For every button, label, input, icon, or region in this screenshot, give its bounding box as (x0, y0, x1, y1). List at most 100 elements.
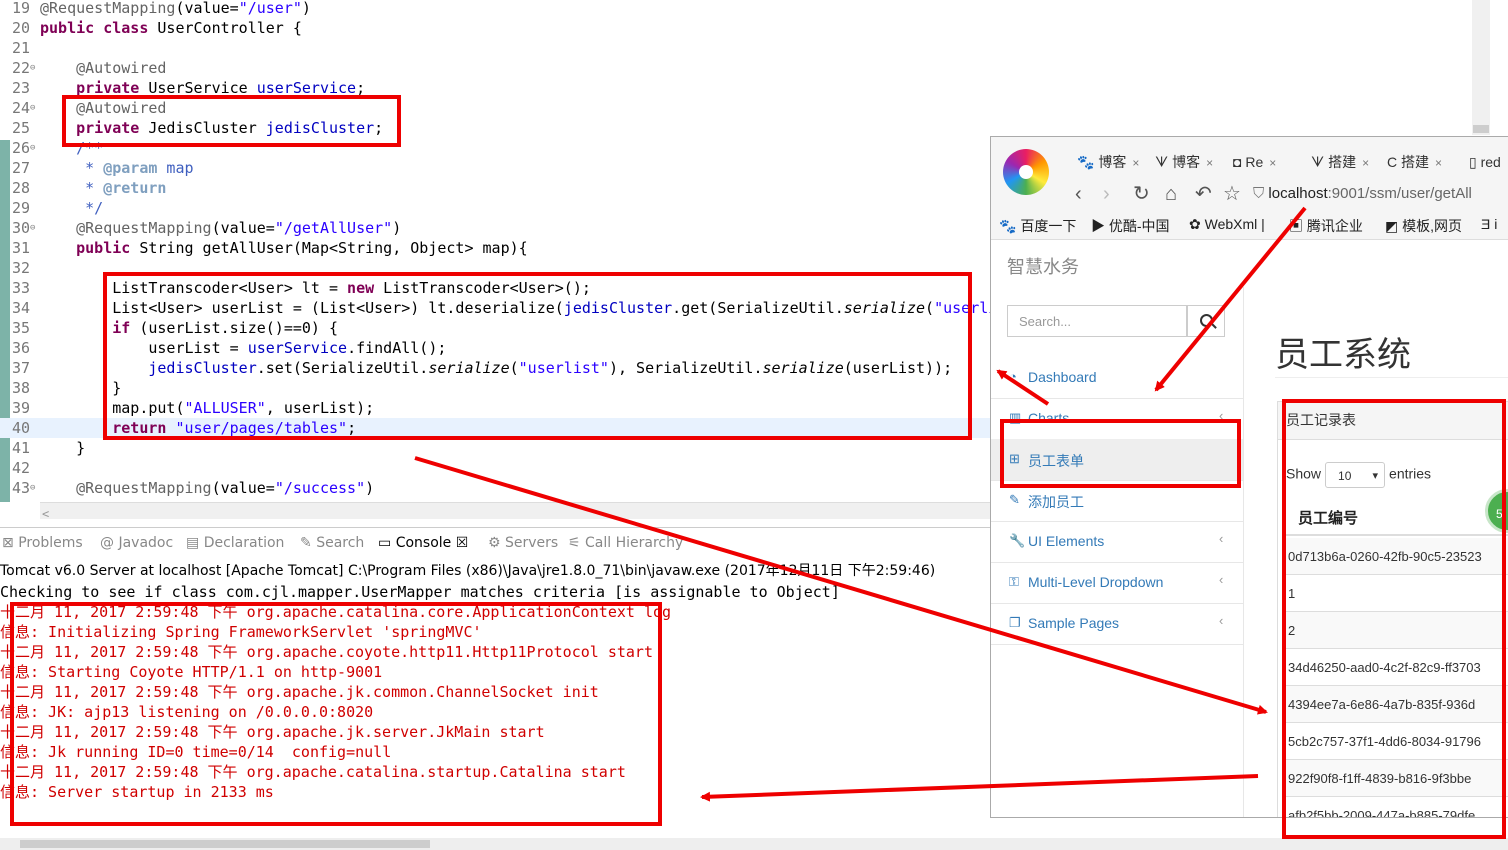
star-icon[interactable]: ☆ (1223, 181, 1241, 207)
undo-icon[interactable]: ↶ (1195, 181, 1212, 207)
sidebar-item[interactable]: 🔧 UI Elements ‹ (991, 521, 1243, 563)
table-row[interactable]: 2 (1286, 612, 1508, 649)
code-text: */ (40, 198, 103, 218)
browser-tab[interactable]: ᗐ 博客 × (1155, 151, 1213, 173)
reload-icon[interactable]: ↻ (1133, 181, 1150, 207)
editor-vertical-scrollbar[interactable] (1472, 0, 1490, 135)
app-brand[interactable]: 智慧水务 (1007, 253, 1079, 279)
console-line: 信息: Jk running ID=0 time=0/14 config=nul… (0, 743, 392, 761)
sidebar-item[interactable]: ◔ Dashboard (991, 357, 1243, 399)
home-icon[interactable]: ⌂ (1165, 181, 1177, 207)
code-text: List<User> userList = (List<User>) lt.de… (40, 298, 997, 318)
fold-toggle-icon[interactable]: ⊖ (30, 98, 40, 118)
scroll-thumb[interactable] (20, 840, 430, 848)
code-token: serialize (843, 299, 926, 317)
shield-icon: ⛉ (1253, 185, 1269, 202)
scroll-thumb[interactable] (1473, 125, 1489, 133)
code-token: serialize (762, 359, 844, 377)
column-header-employee-id[interactable]: 员工编号 (1286, 500, 1508, 536)
sidebar-search-input[interactable]: Search... (1007, 305, 1187, 337)
console-line: 十二月 11, 2017 2:59:48 下午 org.apache.catal… (0, 763, 626, 781)
bookmark-item[interactable]: 🐾 百度一下 (999, 216, 1076, 236)
code-line[interactable]: 21 (0, 38, 1470, 58)
table-row[interactable]: 4394ee7a-6e86-4a7b-835f-936d (1286, 686, 1508, 723)
browser-tab[interactable]: C 搭建 × (1387, 151, 1442, 173)
browser-tab[interactable]: ◘ Re × (1233, 151, 1276, 173)
sidebar-item[interactable]: ✎ 添加员工 (991, 480, 1243, 522)
bookmark-item[interactable]: Ǝ i (1481, 216, 1497, 232)
close-icon[interactable]: × (1362, 156, 1369, 170)
tab-call-hierarchy[interactable]: ⚟ Call Hierarchy (568, 535, 683, 551)
sidebar-item[interactable]: ❐ Sample Pages ‹ (991, 603, 1243, 645)
tab-declaration[interactable]: ▤ Declaration (186, 535, 284, 551)
address-bar[interactable]: ⛉ localhost:9001/ssm/user/getAll (1253, 181, 1508, 207)
search-button[interactable] (1187, 305, 1225, 337)
code-text: * @return (40, 178, 166, 198)
code-line[interactable]: 20 public class UserController { (0, 18, 1470, 38)
code-line[interactable]: 23 private UserService userService; (0, 78, 1470, 98)
bookmark-item[interactable]: ▶ 优酷-中国 (1091, 216, 1170, 236)
line-number: 42 (11, 459, 30, 477)
bookmark-item[interactable]: ▣ 腾讯企业 (1289, 216, 1363, 236)
views-tab-bar: ⊠ Problems @ Javadoc ▤ Declaration ✎ Search… (0, 527, 992, 560)
code-token: .findAll(); (347, 339, 447, 357)
line-number: 41 (11, 439, 30, 457)
fold-toggle-icon[interactable]: ⊖ (30, 58, 40, 78)
code-line[interactable]: 25 private JedisCluster jedisCluster; (0, 118, 1470, 138)
console-icon: ▭ (378, 535, 396, 551)
table-row[interactable]: 1 (1286, 575, 1508, 612)
close-icon[interactable]: × (1269, 156, 1276, 170)
code-token: serialize (428, 359, 510, 377)
tab-javadoc[interactable]: @ Javadoc (100, 535, 173, 551)
browser-tab-label: 博客 (1098, 154, 1127, 170)
table-row[interactable]: afb2f5bb-2009-447a-b885-79dfe (1286, 797, 1508, 817)
browser-tab[interactable]: ▯ red (1469, 151, 1501, 173)
table-row[interactable]: 0d713b6a-0260-42fb-90c5-23523 (1286, 538, 1508, 575)
close-icon[interactable]: × (1435, 156, 1442, 170)
page-size-select[interactable]: 10 (1325, 462, 1386, 489)
code-token: List<User> userList = (List<User>) lt.de… (40, 299, 564, 317)
code-token: public class (40, 19, 149, 37)
table-row[interactable]: 34d46250-aad0-4c2f-82c9-ff3703 (1286, 649, 1508, 686)
sidebar-item[interactable]: ⊞ 员工表单 (991, 439, 1243, 481)
close-icon[interactable]: × (1132, 156, 1139, 170)
bookmark-item[interactable]: ◩ 模板,网页 (1385, 216, 1462, 236)
code-text: @RequestMapping(value="/user") (40, 0, 311, 18)
code-token: ( (509, 359, 519, 377)
bookmark-item[interactable]: ✿ WebXml | (1189, 216, 1265, 233)
code-line[interactable]: 24⊖ @Autowired (0, 98, 1470, 118)
console-output[interactable]: Checking to see if class com.cjl.mapper.… (0, 582, 992, 842)
code-line[interactable]: 19 @RequestMapping(value="/user") (0, 0, 1470, 18)
code-line[interactable]: 22⊖ @Autowired (0, 58, 1470, 78)
sidebar-item[interactable]: ⚿ Multi-Level Dropdown ‹ (991, 562, 1243, 604)
wrench-icon: 🔧 (1009, 533, 1026, 548)
tab-servers[interactable]: ⚙ Servers (488, 535, 558, 551)
close-icon[interactable]: ☒ (451, 535, 469, 551)
table-row[interactable]: 5cb2c757-37f1-4dd6-8034-91796 (1286, 723, 1508, 760)
code-token: @param (103, 159, 158, 177)
fold-toggle-icon[interactable]: ⊖ (30, 218, 40, 238)
address-host: localhost (1268, 185, 1328, 202)
close-icon[interactable]: × (1206, 156, 1213, 170)
code-token: UserService (139, 79, 257, 97)
editor-horizontal-scrollbar[interactable]: < (40, 502, 990, 521)
code-token: * (40, 179, 104, 197)
browser-tab[interactable]: 🐾 博客 × (1077, 151, 1139, 173)
scroll-left-arrow[interactable]: < (40, 507, 49, 521)
forward-icon[interactable]: › (1103, 181, 1110, 207)
tab-console[interactable]: ▭ Console ☒ (378, 535, 468, 551)
code-token: } (40, 439, 86, 457)
tab-problems[interactable]: ⊠ Problems (2, 535, 83, 551)
back-icon[interactable]: ‹ (1075, 181, 1082, 207)
blog-icon: ᗐ (1311, 154, 1329, 170)
sidebar-item[interactable]: ▥ Charts ‹ (991, 398, 1243, 440)
fold-toggle-icon[interactable]: ⊖ (30, 138, 40, 158)
line-number: 33 (11, 279, 30, 297)
console-horizontal-scrollbar[interactable] (0, 838, 1508, 850)
browser-tab[interactable]: ᗐ 搭建 × (1311, 151, 1369, 173)
fold-toggle-icon[interactable]: ⊖ (30, 478, 40, 498)
table-row[interactable]: 922f90f8-f1ff-4839-b816-9f3bbe (1286, 760, 1508, 797)
tab-search[interactable]: ✎ Search (300, 535, 364, 551)
